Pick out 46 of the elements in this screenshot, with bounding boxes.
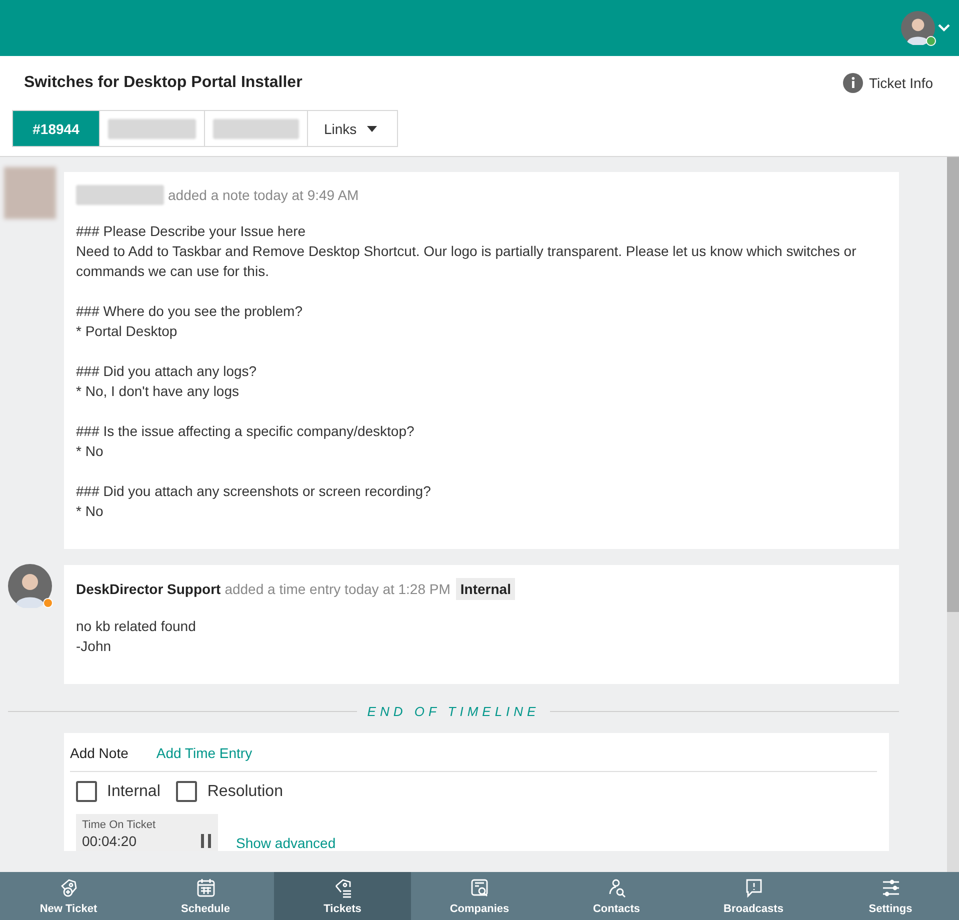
note-text: * No bbox=[76, 502, 104, 521]
note-text: * Portal Desktop bbox=[76, 322, 178, 341]
checkbox-label: Internal bbox=[107, 782, 160, 800]
note-text: ### Please Describe your Issue here bbox=[76, 222, 307, 241]
user-avatar bbox=[901, 11, 935, 45]
avatar bbox=[4, 167, 56, 219]
checkbox[interactable] bbox=[176, 781, 198, 802]
entry-action: added a time entry today at 1:28 PM bbox=[224, 581, 450, 597]
nav-tab[interactable]: New Ticket bbox=[0, 872, 137, 920]
pause-icon[interactable] bbox=[200, 834, 212, 848]
nav-tab[interactable]: Broadcasts bbox=[685, 872, 822, 920]
checkbox[interactable] bbox=[76, 781, 97, 802]
time-on-ticket-field[interactable]: Time On Ticket 00:04:20 bbox=[76, 814, 218, 851]
nav-tab[interactable]: Companies bbox=[411, 872, 548, 920]
nav-tab[interactable]: Settings bbox=[822, 872, 959, 920]
ticket-title: Switches for Desktop Portal Installer bbox=[24, 74, 302, 92]
building-search-icon bbox=[468, 877, 490, 899]
nav-tab[interactable]: Tickets bbox=[274, 872, 411, 920]
note-text: Need to Add to Taskbar and Remove Desktop Shortcut. Our logo is partially transparent. Please let us know which switches or commands we can use for this. bbox=[76, 242, 858, 281]
show-advanced-link[interactable]: Show advanced bbox=[236, 835, 336, 851]
note-text: -John bbox=[76, 637, 112, 656]
end-of-timeline-label: END OF TIMELINE bbox=[367, 704, 540, 719]
note-text: * No bbox=[76, 442, 104, 461]
scrollbar-thumb[interactable] bbox=[947, 157, 959, 612]
note-text: * No, I don't have any logs bbox=[76, 382, 240, 401]
caret-icon bbox=[366, 126, 377, 132]
info-icon bbox=[842, 73, 863, 93]
composer-tab[interactable]: Add Note bbox=[70, 745, 128, 761]
nav-tab[interactable]: Contacts bbox=[548, 872, 685, 920]
calendar-icon bbox=[194, 877, 216, 899]
ticket-info-button[interactable]: Ticket Info bbox=[842, 73, 933, 93]
note-text: ### Did you attach any screenshots or screen recording? bbox=[76, 482, 432, 501]
entry-action: added a note today at 9:49 AM bbox=[168, 187, 359, 203]
note-text: no kb related found bbox=[76, 617, 197, 636]
internal-tag: Internal bbox=[456, 578, 515, 600]
author-name: DeskDirector Support bbox=[76, 581, 221, 597]
note-text: ### Did you attach any logs? bbox=[76, 362, 258, 381]
ticket-number-tab[interactable]: #18944 bbox=[12, 110, 100, 147]
nav-tab[interactable]: Schedule bbox=[137, 872, 274, 920]
note-text: ### Is the issue affecting a specific company/desktop? bbox=[76, 422, 416, 441]
composer-tab[interactable]: Add Time Entry bbox=[156, 745, 252, 761]
links-dropdown[interactable]: Links bbox=[307, 110, 398, 147]
note-text: ### Where do you see the problem? bbox=[76, 302, 304, 321]
chevron-down-icon[interactable] bbox=[937, 23, 951, 33]
checkbox-label: Resolution bbox=[207, 782, 283, 800]
avatar bbox=[8, 564, 52, 608]
